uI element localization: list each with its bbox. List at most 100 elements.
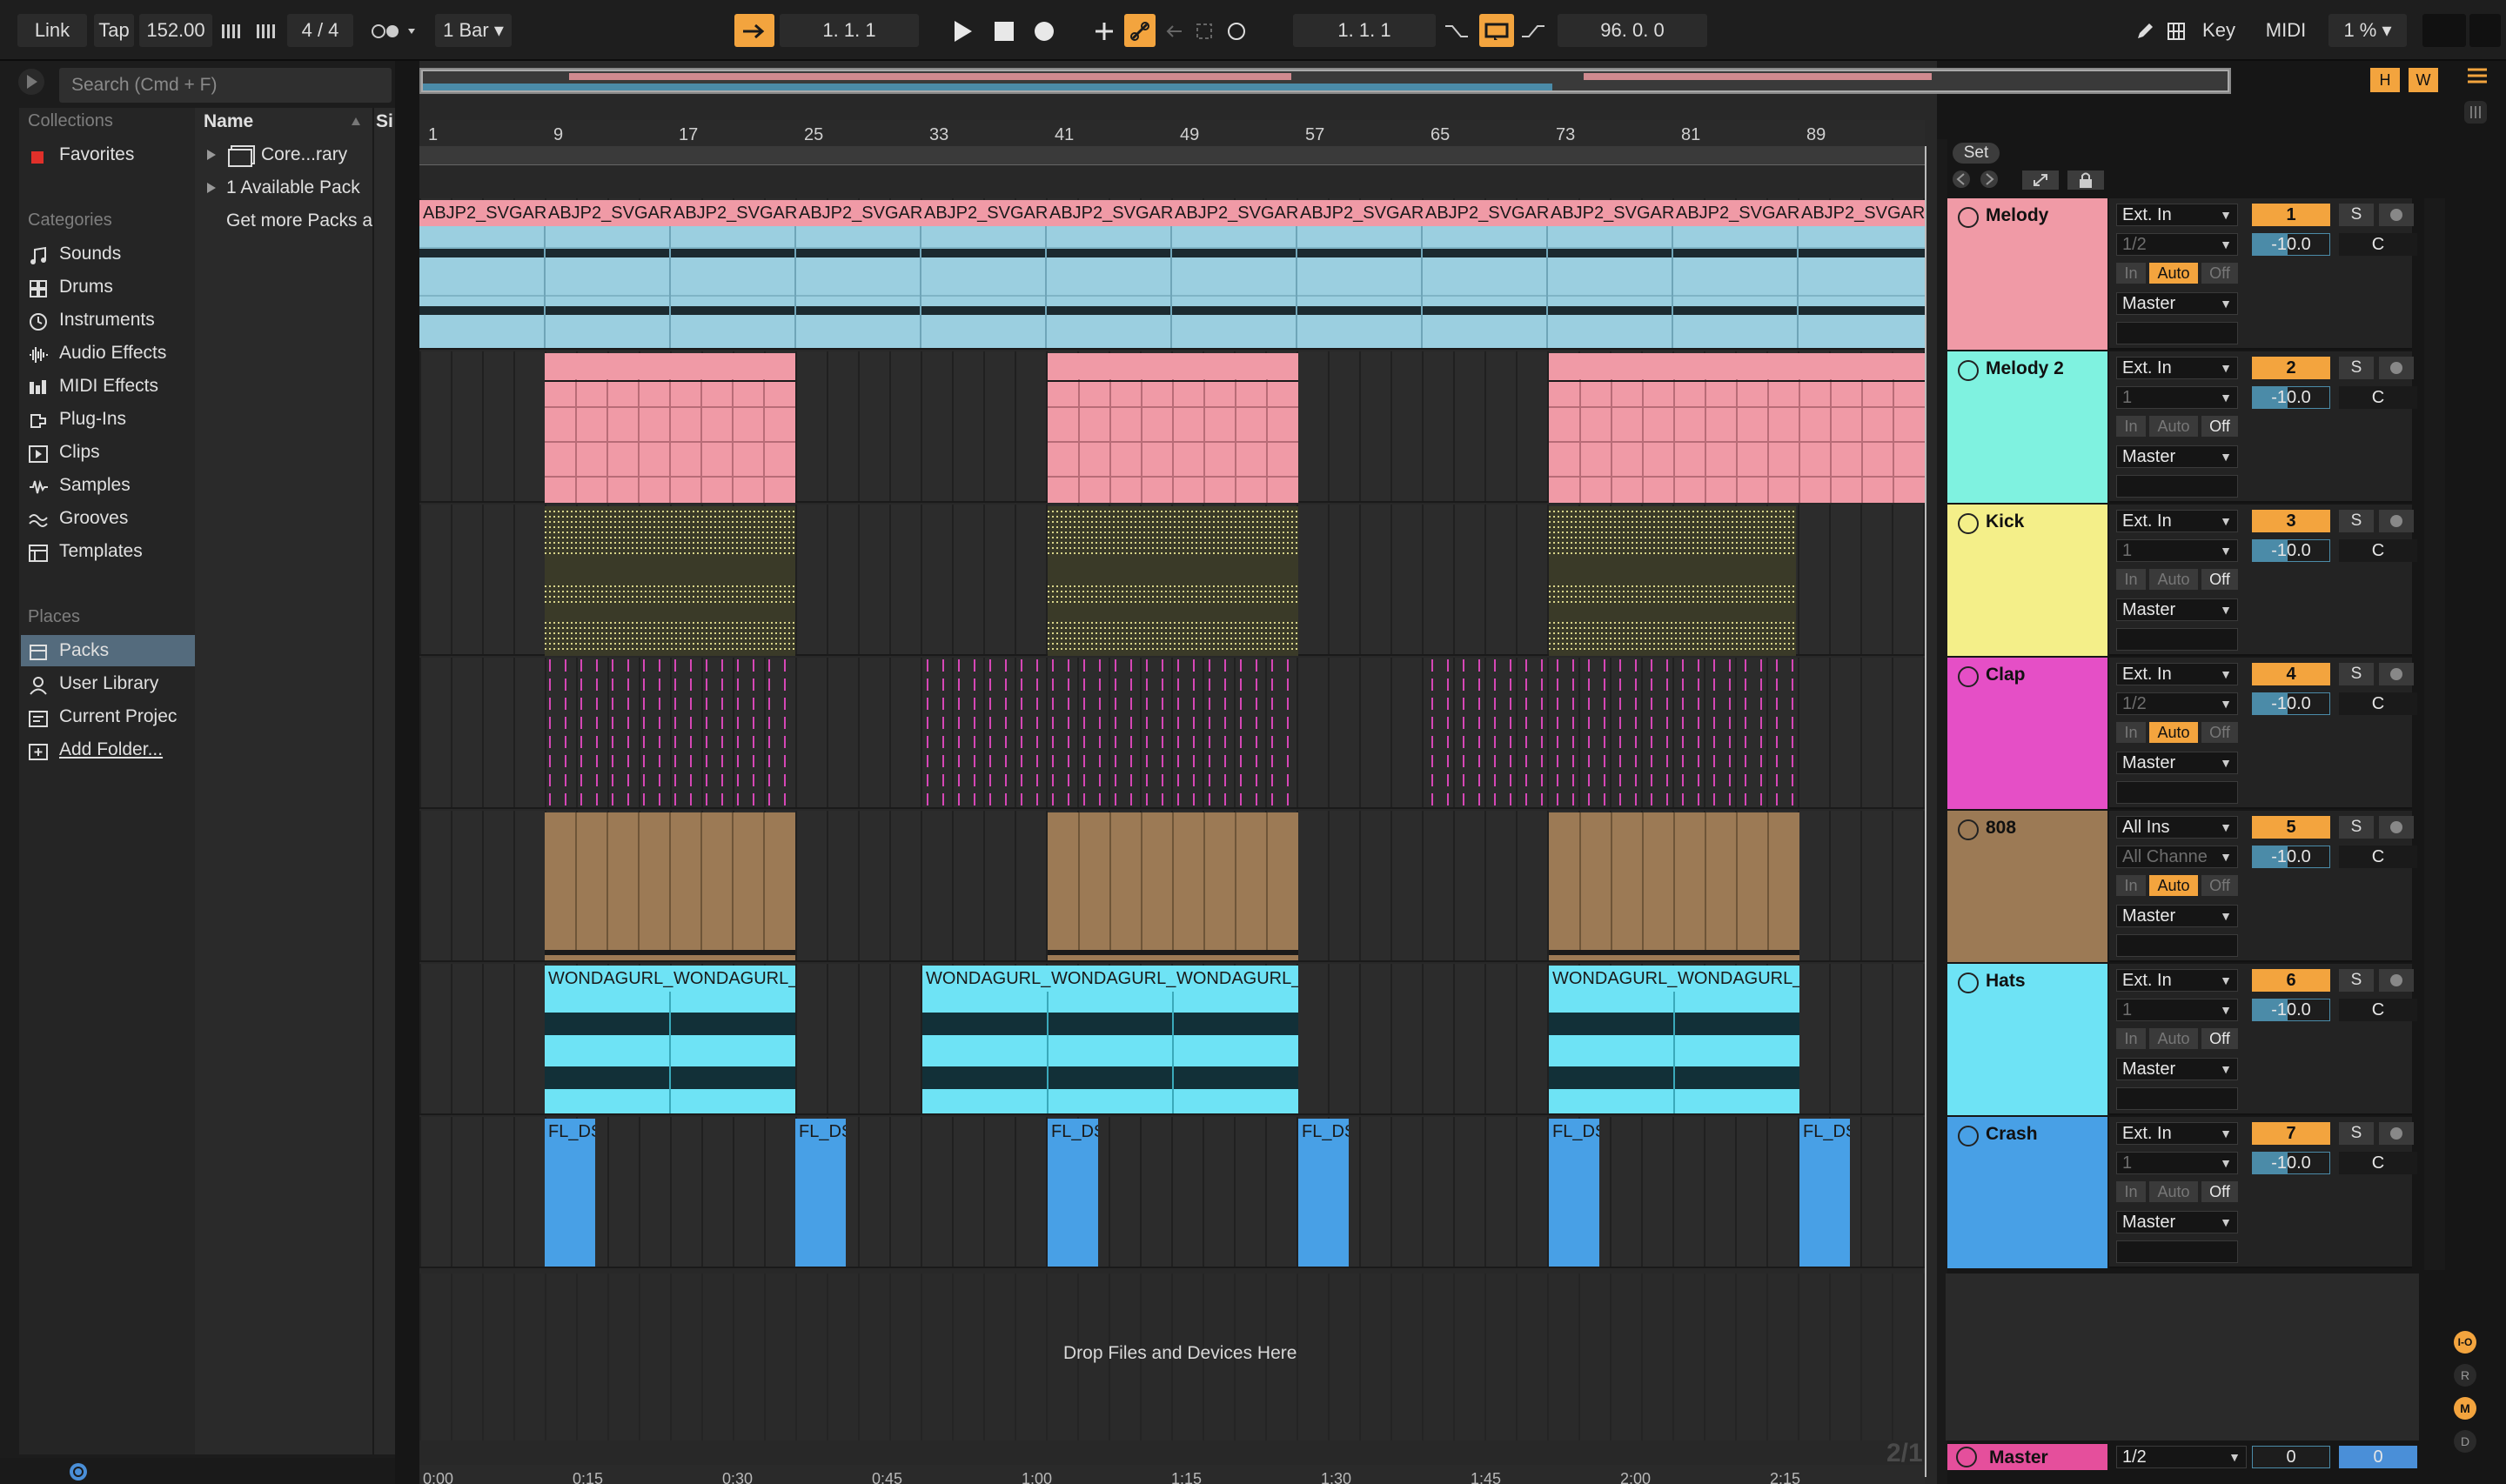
solo-button[interactable]: S xyxy=(2339,1122,2374,1145)
computer-keyboard-icon[interactable] xyxy=(2163,14,2189,47)
set-locator-button[interactable]: Set xyxy=(1953,143,2000,164)
kick-clip[interactable] xyxy=(1048,506,1298,656)
time-signature-field[interactable]: 4 / 4 xyxy=(287,14,353,47)
previous-locator-icon[interactable] xyxy=(1951,169,1972,194)
sidebar-item-packs[interactable]: Packs xyxy=(21,635,195,666)
quantization-select[interactable]: 1 Bar ▾ xyxy=(435,14,512,47)
track-activator-button[interactable]: 7 xyxy=(2252,1122,2330,1145)
input-type-select[interactable]: Ext. In ▼ xyxy=(2116,1122,2238,1145)
output-select[interactable]: Master ▼ xyxy=(2116,292,2238,315)
sidebar-item-audio-effects[interactable]: Audio Effects xyxy=(28,338,193,369)
crash-clip[interactable]: FL_DS xyxy=(1048,1119,1098,1267)
monitor-in-button[interactable]: In xyxy=(2116,875,2146,896)
tempo-field[interactable]: 152.00 xyxy=(139,14,212,47)
search-input[interactable]: Search (Cmd + F) xyxy=(59,68,392,103)
monitor-auto-button[interactable]: Auto xyxy=(2149,1181,2198,1202)
input-type-select[interactable]: Ext. In ▼ xyxy=(2116,357,2238,379)
loop-switch-icon[interactable] xyxy=(1479,14,1514,47)
sidebar-item-current-project[interactable]: Current Projec xyxy=(28,701,193,732)
sidebar-item-user-library[interactable]: User Library xyxy=(28,668,193,699)
input-channel-select[interactable]: 1 ▼ xyxy=(2116,999,2238,1021)
melody-2-clip[interactable]: ABJP2_SVGARABJP2_SVGARABJP2_SVGAR xyxy=(1549,353,1925,503)
track-header-hats[interactable]: Hats xyxy=(1947,964,2107,1115)
output-select[interactable]: Master ▼ xyxy=(2116,1211,2238,1233)
track-name[interactable]: Kick xyxy=(1986,511,2024,532)
expand-arrow-icon[interactable] xyxy=(205,181,218,199)
size-column-header[interactable]: Si xyxy=(376,111,393,132)
melody-2-clip[interactable]: ABJP2_SVGARABJP2_SVGAR xyxy=(1048,353,1298,503)
crash-clip[interactable]: FL_DS xyxy=(1799,1119,1850,1267)
melody-2-clip[interactable]: ABJP2_SVGARABJP2_SVGAR xyxy=(545,353,795,503)
input-channel-select[interactable]: 1 ▼ xyxy=(2116,539,2238,562)
sidebar-item-templates[interactable]: Templates xyxy=(28,536,193,567)
volume-field[interactable]: -10.0 xyxy=(2252,1152,2330,1174)
clap-clip[interactable] xyxy=(1427,659,1796,809)
sidebar-item-sounds[interactable]: Sounds xyxy=(28,238,193,270)
track-activator-button[interactable]: 5 xyxy=(2252,816,2330,839)
follow-button[interactable] xyxy=(734,14,774,47)
hats-clip[interactable]: WONDAGURL_WONDAGURL_ xyxy=(545,966,795,1113)
clap-clip[interactable] xyxy=(545,659,795,809)
expand-tracks-icon[interactable] xyxy=(2022,170,2059,190)
overview-width-button[interactable]: W xyxy=(2409,68,2438,92)
arm-button[interactable] xyxy=(2379,1122,2414,1145)
monitor-off-button[interactable]: Off xyxy=(2201,875,2238,896)
crash-clip[interactable]: FL_DS xyxy=(1298,1119,1349,1267)
track-name[interactable]: 808 xyxy=(1986,818,2016,839)
tap-tempo-button[interactable]: Tap xyxy=(94,14,134,47)
monitor-in-button[interactable]: In xyxy=(2116,263,2146,284)
arm-button[interactable] xyxy=(2379,969,2414,992)
track-activator-button[interactable]: 1 xyxy=(2252,204,2330,226)
menu-icon[interactable] xyxy=(2464,63,2490,93)
track-name[interactable]: Melody 2 xyxy=(1986,358,2064,379)
loop-start-field[interactable]: 1. 1. 1 xyxy=(1293,14,1436,47)
crash-clip[interactable]: FL_DS xyxy=(1549,1119,1599,1267)
pan-field[interactable]: C xyxy=(2339,999,2417,1021)
track-name[interactable]: Clap xyxy=(1986,665,2026,685)
punch-out-icon[interactable] xyxy=(1518,14,1549,47)
fold-track-icon[interactable] xyxy=(1958,1126,1979,1146)
arm-button[interactable] xyxy=(2379,816,2414,839)
output-channel-select[interactable] xyxy=(2116,1240,2238,1263)
link-button[interactable]: Link xyxy=(17,14,87,47)
arm-button[interactable] xyxy=(2379,204,2414,226)
output-select[interactable]: Master ▼ xyxy=(2116,1058,2238,1080)
help-icon[interactable] xyxy=(68,1461,89,1484)
io-toggle-button[interactable]: I-O xyxy=(2454,1331,2476,1354)
sidebar-item-midi-effects[interactable]: MIDI Effects xyxy=(28,371,193,402)
device-view-icon[interactable] xyxy=(2461,97,2490,131)
monitor-off-button[interactable]: Off xyxy=(2201,1181,2238,1202)
returns-toggle-button[interactable]: R xyxy=(2454,1364,2476,1387)
input-type-select[interactable]: Ext. In ▼ xyxy=(2116,510,2238,532)
volume-field[interactable]: -10.0 xyxy=(2252,539,2330,562)
monitor-auto-button[interactable]: Auto xyxy=(2149,569,2198,590)
list-item[interactable]: Core...rary xyxy=(261,144,347,165)
master-track-header[interactable]: Master xyxy=(1947,1444,2107,1470)
track-header-kick[interactable]: Kick xyxy=(1947,505,2107,656)
input-channel-select[interactable]: 1/2 ▼ xyxy=(2116,692,2238,715)
loop-brace[interactable] xyxy=(419,146,1925,165)
pan-field[interactable]: C xyxy=(2339,1152,2417,1174)
arrangement-overview[interactable] xyxy=(419,68,2231,94)
monitor-auto-button[interactable]: Auto xyxy=(2149,1028,2198,1049)
pan-field[interactable]: C xyxy=(2339,386,2417,409)
solo-button[interactable]: S xyxy=(2339,204,2374,226)
master-pan-field[interactable]: 0 xyxy=(2339,1446,2417,1468)
output-channel-select[interactable] xyxy=(2116,475,2238,498)
expand-arrow-icon[interactable] xyxy=(205,148,218,166)
browser-toggle-icon[interactable] xyxy=(16,66,47,97)
clap-clip[interactable] xyxy=(922,659,1298,809)
arm-button[interactable] xyxy=(2379,510,2414,532)
track-header-clap[interactable]: Clap xyxy=(1947,658,2107,809)
list-item[interactable]: 1 Available Pack xyxy=(226,177,360,198)
pan-field[interactable]: C xyxy=(2339,233,2417,256)
record-icon[interactable] xyxy=(1027,14,1062,47)
fold-track-icon[interactable] xyxy=(1958,360,1979,381)
melody-clip-row[interactable]: ABJP2_SVGARABJP2_SVGARABJP2_SVGARABJP2_S… xyxy=(419,200,1925,348)
crash-clip[interactable]: FL_DS xyxy=(545,1119,595,1267)
output-channel-select[interactable] xyxy=(2116,934,2238,957)
automation-arm-icon[interactable] xyxy=(1124,14,1156,47)
nudge-down-icon[interactable] xyxy=(218,14,245,47)
hats-clip[interactable]: WONDAGURL_WONDAGURL_WONDAGURL_ xyxy=(922,966,1298,1113)
lock-icon[interactable] xyxy=(2067,170,2104,190)
